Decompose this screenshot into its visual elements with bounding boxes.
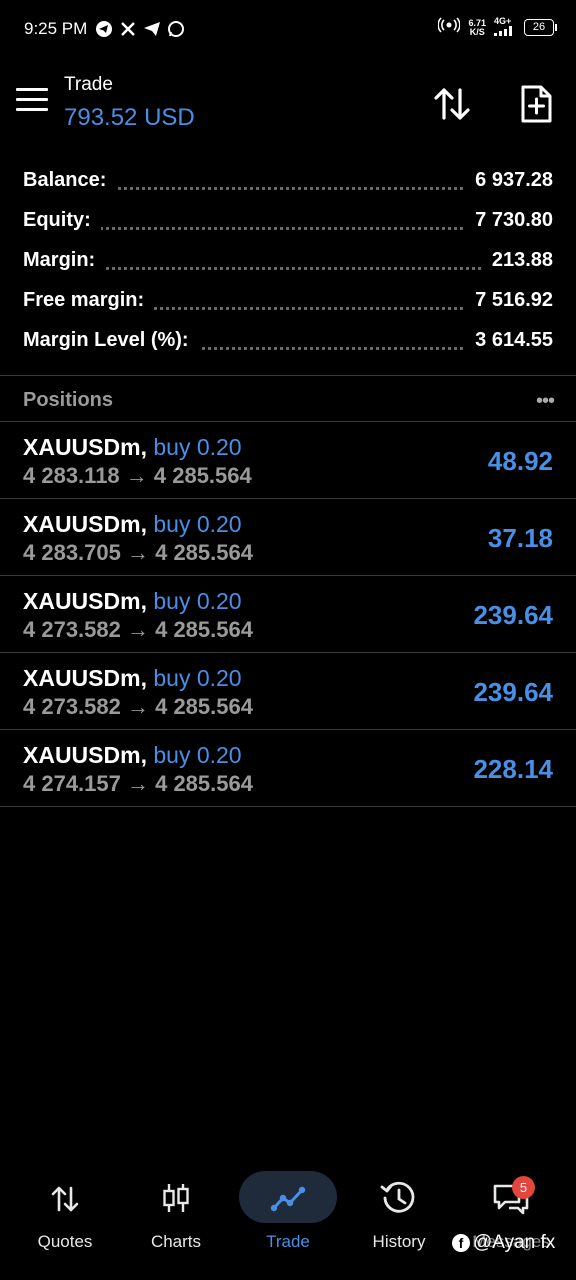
summary-value: 6 937.28 <box>465 169 553 192</box>
history-icon <box>380 1181 415 1213</box>
nav-label: History <box>372 1232 426 1251</box>
nav-tab-quotes[interactable]: Quotes <box>10 1160 120 1260</box>
position-symbol: XAUUSDm, <box>23 742 147 768</box>
position-title: XAUUSDm, buy 0.20 <box>23 588 242 615</box>
summary-row-free-margin: Free margin: 7 516.92 <box>0 282 576 322</box>
whatsapp-icon <box>167 20 185 38</box>
position-prices: 4 283.705 → 4 285.564 <box>23 540 253 565</box>
position-profit: 239.64 <box>473 600 553 630</box>
summary-value: 213.88 <box>481 249 553 272</box>
network-speed-unit: K/S <box>469 26 485 37</box>
summary-label: Margin: <box>23 249 106 272</box>
summary-value: 7 516.92 <box>465 289 553 312</box>
position-side: buy 0.20 <box>153 665 242 691</box>
status-app-icons <box>95 20 185 38</box>
summary-label: Equity: <box>23 209 101 232</box>
position-row[interactable]: XAUUSDm, buy 0.20 4 273.582 → 4 285.564 … <box>0 653 576 730</box>
position-row[interactable]: XAUUSDm, buy 0.20 4 274.157 → 4 285.564 … <box>0 730 576 807</box>
summary-label: Margin Level (%): <box>23 329 199 352</box>
facebook-icon: f <box>452 1234 470 1252</box>
nav-label: Trade <box>266 1232 310 1251</box>
position-row[interactable]: XAUUSDm, buy 0.20 4 283.705 → 4 285.564 … <box>0 499 576 576</box>
position-symbol: XAUUSDm, <box>23 665 147 691</box>
position-profit: 239.64 <box>473 677 553 707</box>
positions-header: Positions ••• <box>0 376 576 422</box>
position-prices: 4 273.582 → 4 285.564 <box>23 617 253 642</box>
positions-title: Positions <box>23 389 114 411</box>
position-prices: 4 274.157 → 4 285.564 <box>23 771 253 796</box>
position-profit: 228.14 <box>473 754 553 784</box>
status-bar: 9:25 PM 6.71 K/S 4G+ 26 <box>0 0 576 62</box>
scissors-icon <box>119 20 137 38</box>
network-speed: 6.71 K/S <box>468 18 486 37</box>
account-summary: Balance: 6 937.28 Equity: 7 730.80 Margi… <box>0 162 576 362</box>
summary-row-balance: Balance: 6 937.28 <box>0 162 576 202</box>
position-symbol: XAUUSDm, <box>23 511 147 537</box>
position-side: buy 0.20 <box>153 742 242 768</box>
position-side: buy 0.20 <box>153 511 242 537</box>
network-gen-label: 4G+ <box>494 16 512 26</box>
hotspot-icon <box>437 17 462 38</box>
telegram-icon <box>95 20 113 38</box>
position-side: buy 0.20 <box>153 588 242 614</box>
bottom-navigation: Quotes Charts Trade History Messages 5 <box>0 1160 576 1280</box>
more-options-icon[interactable]: ••• <box>536 390 555 413</box>
position-title: XAUUSDm, buy 0.20 <box>23 742 242 769</box>
summary-row-margin-level: Margin Level (%): 3 614.55 <box>0 322 576 362</box>
summary-label: Free margin: <box>23 289 155 312</box>
send-icon <box>143 20 161 38</box>
position-side: buy 0.20 <box>153 434 242 460</box>
page-title: Trade <box>64 74 113 95</box>
position-title: XAUUSDm, buy 0.20 <box>23 665 242 692</box>
position-profit: 37.18 <box>487 523 553 553</box>
new-order-button[interactable] <box>514 82 558 126</box>
position-row[interactable]: XAUUSDm, buy 0.20 4 283.118 → 4 285.564 … <box>0 422 576 499</box>
summary-value: 7 730.80 <box>465 209 553 232</box>
position-prices: 4 283.118 → 4 285.564 <box>23 463 252 488</box>
nav-tab-trade[interactable]: Trade <box>233 1160 343 1260</box>
position-row[interactable]: XAUUSDm, buy 0.20 4 273.582 → 4 285.564 … <box>0 576 576 653</box>
watermark: f @Ayan fx <box>452 1232 555 1254</box>
charts-icon <box>163 1184 189 1212</box>
position-title: XAUUSDm, buy 0.20 <box>23 434 242 461</box>
network-generation: 4G+ <box>494 17 516 38</box>
battery-indicator: 26 <box>524 19 557 36</box>
signal-icon <box>494 26 512 36</box>
profit-total: 793.52 USD <box>64 104 195 131</box>
position-prices: 4 273.582 → 4 285.564 <box>23 694 253 719</box>
watermark-text: @Ayan fx <box>473 1232 556 1253</box>
sort-icon <box>434 88 470 120</box>
position-symbol: XAUUSDm, <box>23 434 147 460</box>
positions-list: XAUUSDm, buy 0.20 4 283.118 → 4 285.564 … <box>0 422 576 807</box>
status-time: 9:25 PM <box>24 19 88 38</box>
menu-button[interactable] <box>16 88 48 118</box>
trade-icon <box>270 1186 306 1212</box>
nav-label: Quotes <box>37 1232 93 1251</box>
nav-tab-charts[interactable]: Charts <box>121 1160 231 1260</box>
summary-value: 3 614.55 <box>465 329 553 352</box>
sort-button[interactable] <box>430 82 474 126</box>
nav-label: Charts <box>150 1232 202 1251</box>
status-right: 6.71 K/S 4G+ 26 <box>437 17 557 38</box>
nav-tab-history[interactable]: History <box>344 1160 454 1260</box>
position-title: XAUUSDm, buy 0.20 <box>23 511 242 538</box>
quotes-icon <box>51 1186 79 1212</box>
toolbar: Trade 793.52 USD <box>0 62 576 152</box>
position-symbol: XAUUSDm, <box>23 588 147 614</box>
summary-row-margin: Margin: 213.88 <box>0 242 576 282</box>
summary-row-equity: Equity: 7 730.80 <box>0 202 576 242</box>
summary-label: Balance: <box>23 169 117 192</box>
new-document-icon <box>521 85 552 123</box>
position-profit: 48.92 <box>487 446 553 476</box>
messages-badge: 5 <box>512 1176 535 1199</box>
